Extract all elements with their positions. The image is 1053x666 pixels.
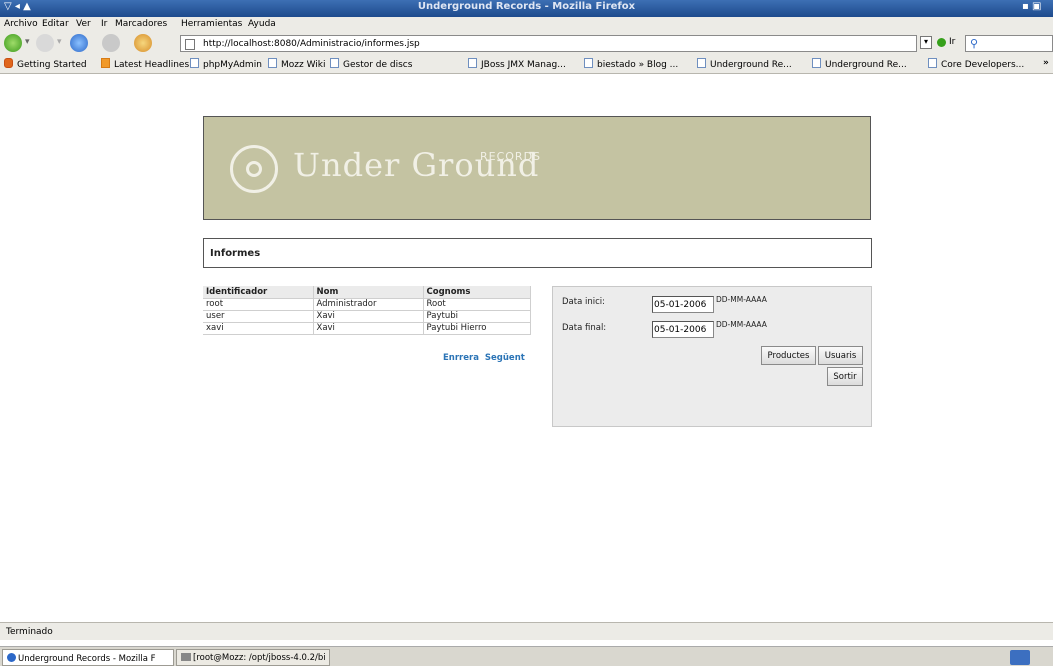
bookmark-latest-headlines[interactable]: Latest Headlines [101, 58, 189, 70]
bookmark-icon [330, 58, 339, 68]
start-date-format: DD-MM-AAAA [716, 295, 767, 304]
table-cell: Paytubi [423, 310, 531, 323]
table-header-row: Identificador Nom Cognoms [203, 286, 531, 299]
url-dropdown-icon[interactable]: ▾ [920, 36, 932, 49]
bookmark-core-developers[interactable]: Core Developers... [928, 58, 1024, 70]
menu-editar[interactable]: Editar [42, 19, 69, 29]
table-cell: Paytubi Hierro [423, 322, 531, 335]
next-link[interactable]: Següent [485, 353, 525, 363]
terminal-icon [181, 653, 191, 661]
end-date-input[interactable]: 05-01-2006 [652, 321, 714, 338]
navigation-toolbar: ▾ ▾ http://localhost:8080/Administracio/… [0, 32, 1053, 54]
bookmark-icon [812, 58, 821, 68]
table-cell: Root [423, 298, 531, 311]
usuaris-button[interactable]: Usuaris [818, 346, 863, 365]
section-header: Informes [203, 238, 872, 268]
search-icon: ⚲ [970, 37, 979, 50]
menu-herramientas[interactable]: Herramientas [181, 19, 242, 29]
sortir-button[interactable]: Sortir [827, 367, 863, 386]
productes-button[interactable]: Productes [761, 346, 816, 365]
page-title: Informes [210, 248, 261, 259]
rss-icon [101, 58, 110, 68]
table-cell: xavi [203, 322, 314, 335]
window-title: Underground Records - Mozilla Firefox [417, 1, 636, 12]
page-icon [185, 39, 195, 50]
table-cell: root [203, 298, 314, 311]
reload-icon[interactable] [70, 34, 88, 52]
start-date-label: Data inici: [562, 297, 606, 307]
taskbar-item-terminal[interactable]: [root@Mozz: /opt/jboss-4.0.2/bi [176, 649, 330, 666]
table-row: xavi Xavi Paytubi Hierro [203, 322, 531, 335]
bookmark-jboss-jmx[interactable]: JBoss JMX Manag... [468, 58, 566, 70]
table-cell: Xavi [313, 310, 424, 323]
taskbar-item-firefox[interactable]: Underground Records - Mozilla F [2, 649, 174, 666]
stop-icon[interactable] [102, 34, 120, 52]
go-icon[interactable] [937, 38, 946, 47]
report-form-panel: Data inici: 05-01-2006 DD-MM-AAAA Data f… [552, 286, 872, 427]
go-button[interactable]: Ir [949, 37, 955, 47]
logo-sub-text: RECORDS [480, 150, 542, 163]
users-table: Identificador Nom Cognoms root Administr… [203, 286, 531, 335]
menu-ayuda[interactable]: Ayuda [248, 19, 276, 29]
start-date-input[interactable]: 05-01-2006 [652, 296, 714, 313]
column-header: Identificador [203, 286, 314, 299]
previous-link[interactable]: Enrrera [443, 353, 479, 363]
bookmark-icon [928, 58, 937, 68]
bookmark-biestado-blog[interactable]: biestado » Blog ... [584, 58, 678, 70]
search-input[interactable]: ⚲ [965, 35, 1053, 52]
bookmark-gestor-de-discs[interactable]: Gestor de discs [330, 58, 412, 70]
tray-icon[interactable] [1010, 650, 1030, 665]
column-header: Nom [313, 286, 424, 299]
bookmark-underground-2[interactable]: Underground Re... [812, 58, 907, 70]
column-header: Cognoms [423, 286, 531, 299]
bookmarks-toolbar: Getting Started Latest Headlines phpMyAd… [0, 54, 1053, 74]
bookmark-underground-1[interactable]: Underground Re... [697, 58, 792, 70]
end-date-format: DD-MM-AAAA [716, 320, 767, 329]
menu-archivo[interactable]: Archivo [4, 19, 38, 29]
table-row: user Xavi Paytubi [203, 310, 531, 323]
window-titlebar[interactable]: ▽ ◂ ▲ Underground Records - Mozilla Fire… [0, 0, 1053, 17]
menu-ir[interactable]: Ir [101, 19, 107, 29]
status-bar: Terminado [0, 622, 1053, 640]
bookmark-mozz-wiki[interactable]: Mozz Wiki [268, 58, 326, 70]
table-cell: Xavi [313, 322, 424, 335]
bookmark-phpmyadmin[interactable]: phpMyAdmin [190, 58, 262, 70]
bookmarks-overflow-icon[interactable]: » [1043, 58, 1049, 68]
firefox-icon [4, 58, 13, 68]
taskbar: Underground Records - Mozilla F [root@Mo… [0, 646, 1053, 666]
menubar: Archivo Editar Ver Ir Marcadores Herrami… [0, 17, 1053, 32]
window-controls-icon[interactable]: ▪ ▣ [1022, 1, 1041, 12]
back-arrow-icon[interactable] [4, 34, 22, 52]
back-dropdown-icon[interactable]: ▾ [25, 37, 30, 47]
bookmark-icon [697, 58, 706, 68]
menu-marcadores[interactable]: Marcadores [115, 19, 167, 29]
forward-arrow-icon[interactable] [36, 34, 54, 52]
end-date-label: Data final: [562, 323, 607, 333]
bookmark-icon [190, 58, 199, 68]
bookmark-getting-started[interactable]: Getting Started [4, 58, 87, 70]
pagination: Enrrera Següent [440, 353, 525, 363]
url-text[interactable]: http://localhost:8080/Administracio/info… [203, 39, 420, 49]
menu-ver[interactable]: Ver [76, 19, 91, 29]
url-bar[interactable]: http://localhost:8080/Administracio/info… [180, 35, 917, 52]
table-cell: user [203, 310, 314, 323]
status-text: Terminado [6, 627, 53, 637]
home-icon[interactable] [134, 34, 152, 52]
table-row: root Administrador Root [203, 298, 531, 311]
vinyl-disc-icon [230, 145, 278, 193]
table-cell: Administrador [313, 298, 424, 311]
forward-dropdown-icon[interactable]: ▾ [57, 37, 62, 47]
firefox-icon [7, 653, 16, 662]
bookmark-icon [468, 58, 477, 68]
bookmark-icon [584, 58, 593, 68]
bookmark-icon [268, 58, 277, 68]
